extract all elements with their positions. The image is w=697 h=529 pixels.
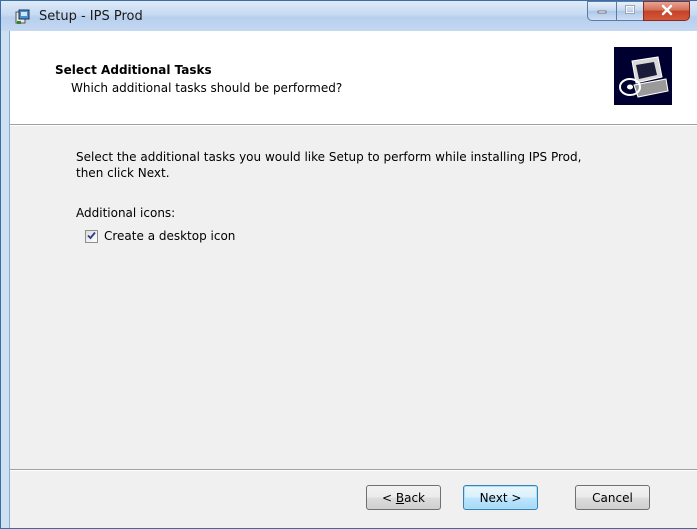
- maximize-icon: [624, 4, 636, 18]
- minimize-button[interactable]: [587, 1, 616, 21]
- setup-installer-icon[interactable]: [15, 9, 31, 25]
- setup-window: Setup - IPS Prod Select Additional Tasks: [0, 0, 697, 529]
- page-subtitle: Which additional tasks should be perform…: [71, 81, 343, 95]
- footer-divider: [10, 469, 697, 471]
- computer-disc-icon: [614, 47, 672, 105]
- back-label-prefix: <: [381, 490, 396, 505]
- page-title: Select Additional Tasks: [55, 63, 212, 77]
- instructions-line-2: then click Next.: [76, 166, 170, 180]
- maximize-button[interactable]: [616, 1, 643, 21]
- back-label-accel: B: [395, 490, 405, 505]
- desktop-icon-label[interactable]: Create a desktop icon: [104, 229, 235, 243]
- wizard-header: Select Additional Tasks Which additional…: [10, 31, 697, 124]
- cancel-button[interactable]: Cancel: [575, 485, 650, 510]
- task-desktop-icon[interactable]: Create a desktop icon: [85, 229, 235, 243]
- group-label: Additional icons:: [76, 206, 176, 220]
- minimize-icon: [596, 4, 608, 18]
- back-button[interactable]: < Back: [366, 485, 441, 510]
- instructions-text: Select the additional tasks you would li…: [76, 149, 636, 181]
- caption-buttons: [587, 1, 690, 21]
- instructions-line-1: Select the additional tasks you would li…: [76, 150, 582, 164]
- back-label-rest: ack: [404, 490, 425, 505]
- checkmark-icon: [87, 229, 96, 243]
- header-divider: [10, 124, 697, 126]
- desktop-icon-checkbox[interactable]: [85, 229, 98, 243]
- window-title: Setup - IPS Prod: [39, 9, 143, 24]
- title-bar[interactable]: Setup - IPS Prod: [1, 1, 697, 31]
- next-button[interactable]: Next >: [463, 485, 538, 510]
- wizard-client-area: Select Additional Tasks Which additional…: [9, 31, 697, 528]
- close-icon: [660, 4, 674, 19]
- close-button[interactable]: [643, 1, 690, 21]
